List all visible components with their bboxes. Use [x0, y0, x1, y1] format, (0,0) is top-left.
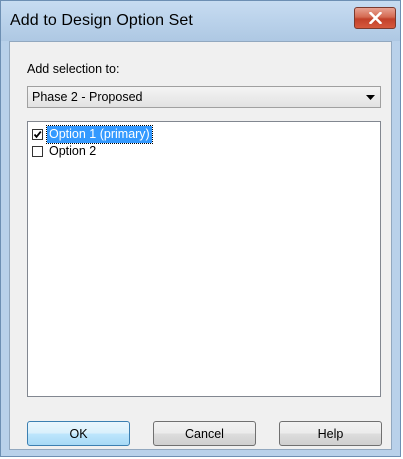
option-1-checkbox[interactable] — [32, 129, 43, 140]
dialog-title: Add to Design Option Set — [10, 12, 193, 29]
chevron-down-icon — [366, 95, 375, 100]
design-option-set-dropdown[interactable]: Phase 2 - Proposed — [27, 86, 381, 108]
dialog-window: Add to Design Option Set Add selection t… — [0, 0, 401, 457]
cancel-button[interactable]: Cancel — [153, 421, 256, 446]
option-2-label: Option 2 — [49, 144, 97, 158]
option-2-checkbox[interactable] — [32, 146, 43, 157]
option-1-label: Option 1 (primary) — [46, 125, 153, 144]
help-button[interactable]: Help — [279, 421, 382, 446]
dropdown-selected-value: Phase 2 - Proposed — [32, 90, 143, 104]
title-bar[interactable]: Add to Design Option Set — [1, 1, 400, 41]
checkmark-icon — [33, 131, 42, 139]
close-icon — [369, 12, 382, 24]
ok-button[interactable]: OK — [27, 421, 130, 446]
dialog-body: Add selection to: Phase 2 - Proposed Opt… — [9, 41, 392, 450]
close-button[interactable] — [354, 7, 396, 29]
add-selection-label: Add selection to: — [27, 62, 120, 76]
option-listbox[interactable]: Option 1 (primary) Option 2 — [27, 121, 381, 397]
